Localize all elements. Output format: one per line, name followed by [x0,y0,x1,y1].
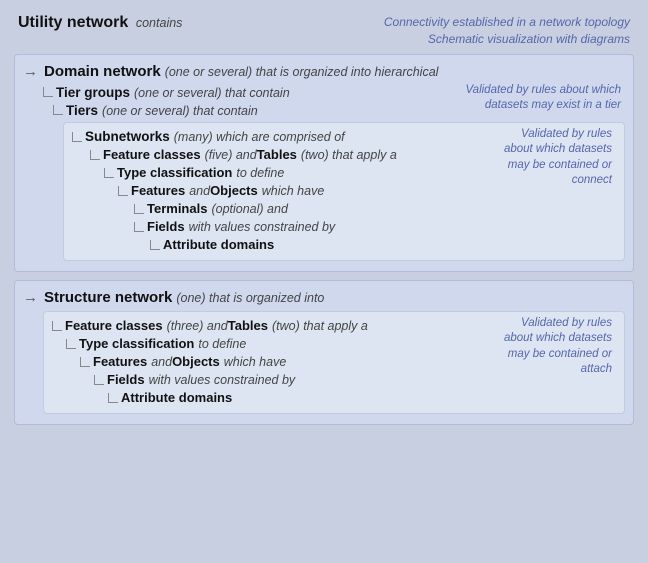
subnetworks-side-note: Validated by rules about which datasets … [502,127,612,189]
structure-network-desc: (one) that is organized into [176,291,324,305]
utility-network-desc: contains [136,16,183,30]
tiers-desc: (one or several) that contain [102,104,258,118]
terminals-label: Terminals [147,201,207,216]
structure-objects-label: Objects [172,354,220,369]
tier-groups-connector [43,87,53,97]
main-container: Utility network contains Connectivity es… [10,10,638,429]
structure-tables-label: Tables [228,318,268,333]
subnetworks-label: Subnetworks [85,129,170,144]
terminals-connector [134,204,144,214]
features-and: and [189,184,210,198]
domain-fields-row: Fields with values constrained by [134,219,616,234]
structure-attr-row: Attribute domains [108,390,616,405]
features-label: Features [131,183,185,198]
structure-type-class-desc: to define [198,337,246,351]
top-note: Connectivity established in a network to… [384,14,630,48]
tier-groups-label: Tier groups [56,85,130,100]
structure-network-label: Structure network [44,289,172,306]
structure-fc-desc-end: (two) that apply a [272,319,368,333]
domain-network-header: → Domain network (one or several) that i… [23,63,625,80]
structure-features-and: and [151,355,172,369]
tier-side-note: Validated by rules about which datasets … [456,83,621,114]
domain-attr-connector [150,240,160,250]
domain-network-block: → Domain network (one or several) that i… [14,54,634,272]
structure-network-block: → Structure network (one) that is organi… [14,280,634,425]
features-desc-end: which have [262,184,325,198]
structure-features-connector [80,357,90,367]
tiers-label: Tiers [66,103,98,118]
structure-attr-label: Attribute domains [121,390,232,405]
domain-network-desc: (one or several) that is organized into … [165,65,439,79]
subnetworks-connector [72,132,82,142]
structure-tc-connector [66,339,76,349]
header-row: Utility network contains Connectivity es… [14,14,634,48]
subnetworks-desc: (many) which are comprised of [174,130,345,144]
structure-type-class-label: Type classification [79,336,194,351]
tiers-connector [53,105,63,115]
domain-arrow: → [23,63,38,80]
structure-arrow: → [23,289,38,306]
structure-fields-desc: with values constrained by [149,373,296,387]
structure-fc-connector [52,321,62,331]
domain-attr-row: Attribute domains [150,237,616,252]
domain-fields-label: Fields [147,219,185,234]
subnetworks-row: Subnetworks (many) which are comprised o… [72,129,616,144]
domain-fields-connector [134,222,144,232]
tier-groups-row: Tier groups (one or several) that contai… [43,85,625,100]
type-classification-label: Type classification [117,165,232,180]
feature-classes-connector [90,150,100,160]
structure-side-note: Validated by rules about which datasets … [502,316,612,378]
domain-attr-label: Attribute domains [163,237,274,252]
structure-feature-classes-label: Feature classes [65,318,163,333]
utility-network-title: Utility network contains [18,14,182,32]
structure-fields-label: Fields [107,372,145,387]
domain-fields-desc: with values constrained by [189,220,336,234]
structure-network-header: → Structure network (one) that is organi… [23,289,625,306]
feature-classes-desc-end: (two) that apply a [301,148,397,162]
feature-classes-label: Feature classes [103,147,201,162]
structure-features-end: which have [224,355,287,369]
domain-network-label: Domain network [44,63,161,80]
utility-network-label: Utility network [18,14,128,31]
domain-tables-label: Tables [257,147,297,162]
terminals-row: Terminals (optional) and [134,201,616,216]
structure-inner-block: Feature classes (three) and Tables (two)… [43,311,625,414]
structure-feature-classes-row: Feature classes (three) and Tables (two)… [52,318,616,333]
type-classification-desc: to define [236,166,284,180]
structure-fields-connector [94,375,104,385]
tier-groups-desc: (one or several) that contain [134,86,290,100]
structure-features-label: Features [93,354,147,369]
type-class-connector [104,168,114,178]
terminals-desc: (optional) and [211,202,287,216]
structure-fc-desc-mid: (three) and [167,319,228,333]
features-connector [118,186,128,196]
structure-attr-connector [108,393,118,403]
feature-classes-desc-mid: (five) and [205,148,257,162]
objects-label: Objects [210,183,258,198]
domain-inner-block: Subnetworks (many) which are comprised o… [63,122,625,261]
